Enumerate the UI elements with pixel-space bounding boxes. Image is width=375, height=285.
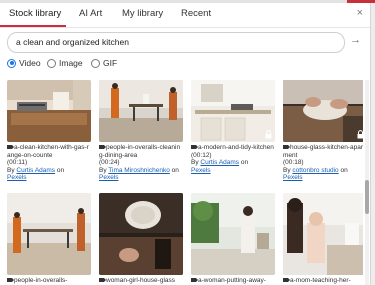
radio-dot [47, 58, 56, 68]
results-scrollbar[interactable] [365, 80, 369, 285]
result-on: on [56, 166, 65, 174]
search-box [7, 32, 345, 53]
media-library-panel: Stock library AI Art My library Recent ×… [0, 3, 371, 285]
video-thumbnail[interactable] [191, 193, 275, 275]
results-grid: a-clean-kitchen-with-gas-range-on-counte… [7, 80, 363, 285]
video-thumbnail[interactable] [191, 80, 275, 142]
result-meta: woman-girl-house-glass [99, 277, 183, 285]
video-thumbnail[interactable] [7, 193, 91, 275]
tab-stock-library[interactable]: Stock library [9, 8, 61, 19]
source-link[interactable]: Pexels [7, 174, 27, 181]
author-link[interactable]: cottonbro studio [292, 167, 338, 174]
result-meta: people-in-overalls- [7, 277, 91, 285]
video-thumbnail[interactable] [7, 80, 91, 142]
author-link[interactable]: Curtis Adams [200, 159, 239, 166]
lock-icon [357, 130, 363, 139]
radio-dot [7, 58, 16, 68]
result-duration: (00:11) [7, 159, 28, 167]
result-duration: (00:12) [191, 151, 212, 159]
result-meta: house-glass-kitchen-apartment (00:18) By… [283, 144, 363, 182]
radio-image-label: Image [59, 58, 83, 68]
video-thumbnail[interactable] [99, 193, 183, 275]
result-meta: a-clean-kitchen-with-gas-range-on-counte… [7, 144, 91, 182]
result-filename: a-clean-kitchen-with-gas-range-on-counte [7, 144, 89, 159]
video-icon [283, 145, 290, 149]
result-filename: house-glass-kitchen-apartment [283, 144, 363, 159]
result-on: on [340, 166, 348, 174]
result-duration: (00:24) [99, 159, 120, 167]
lock-icon [265, 130, 272, 139]
source-link[interactable]: Pexels [283, 174, 303, 181]
result-by: By [191, 159, 199, 167]
search-submit-arrow-icon[interactable]: → [350, 34, 361, 46]
tab-bar: Stock library AI Art My library Recent × [0, 3, 370, 28]
active-tab-indicator [0, 25, 66, 27]
video-icon [7, 145, 14, 149]
radio-image[interactable]: Image [47, 58, 83, 68]
result-by: By [283, 166, 291, 174]
result-filename: a-modern-and-tidy-kitchen [198, 144, 274, 151]
author-link[interactable]: Curtis Adams [16, 167, 55, 174]
radio-gif-label: GIF [103, 58, 118, 68]
video-thumbnail[interactable] [99, 80, 183, 142]
tab-recent[interactable]: Recent [181, 8, 211, 19]
result-filename: a-mom-teaching-her- [290, 277, 351, 284]
result-on: on [171, 166, 179, 174]
result-by: By [7, 166, 15, 174]
video-icon [191, 278, 198, 282]
close-icon[interactable]: × [357, 7, 363, 19]
result-meta: a-mom-teaching-her- [283, 277, 363, 285]
result-meta: a-woman-putting-away- [191, 277, 275, 285]
video-icon [99, 145, 106, 149]
source-link[interactable]: Pexels [99, 174, 119, 181]
result-filename: woman-girl-house-glass [106, 277, 175, 284]
result-filename: people-in-overalls- [14, 277, 68, 284]
video-icon [283, 278, 290, 282]
search-input[interactable] [16, 35, 334, 49]
tab-ai-art[interactable]: AI Art [79, 8, 102, 19]
tab-my-library[interactable]: My library [122, 8, 163, 19]
radio-gif[interactable]: GIF [91, 58, 117, 68]
result-meta: a-modern-and-tidy-kitchen (00:12) By Cur… [191, 144, 275, 174]
video-thumbnail[interactable] [283, 193, 363, 275]
radio-video-label: Video [19, 58, 41, 68]
scrollbar-thumb[interactable] [365, 180, 369, 214]
video-icon [99, 278, 106, 282]
author-link[interactable]: Tima Miroshnichenko [108, 167, 170, 174]
radio-dot [91, 58, 100, 68]
result-filename: people-in-overalls-cleaning-dining-area [99, 144, 181, 159]
radio-video[interactable]: Video [7, 58, 41, 68]
video-thumbnail[interactable] [283, 80, 363, 142]
video-icon [7, 278, 14, 282]
result-filename: a-woman-putting-away- [198, 277, 266, 284]
video-icon [191, 145, 198, 149]
source-link[interactable]: Pexels [191, 167, 211, 174]
result-meta: people-in-overalls-cleaning-dining-area … [99, 144, 183, 182]
result-duration: (00:18) [283, 159, 304, 167]
result-by: By [99, 166, 107, 174]
result-on: on [240, 159, 249, 167]
